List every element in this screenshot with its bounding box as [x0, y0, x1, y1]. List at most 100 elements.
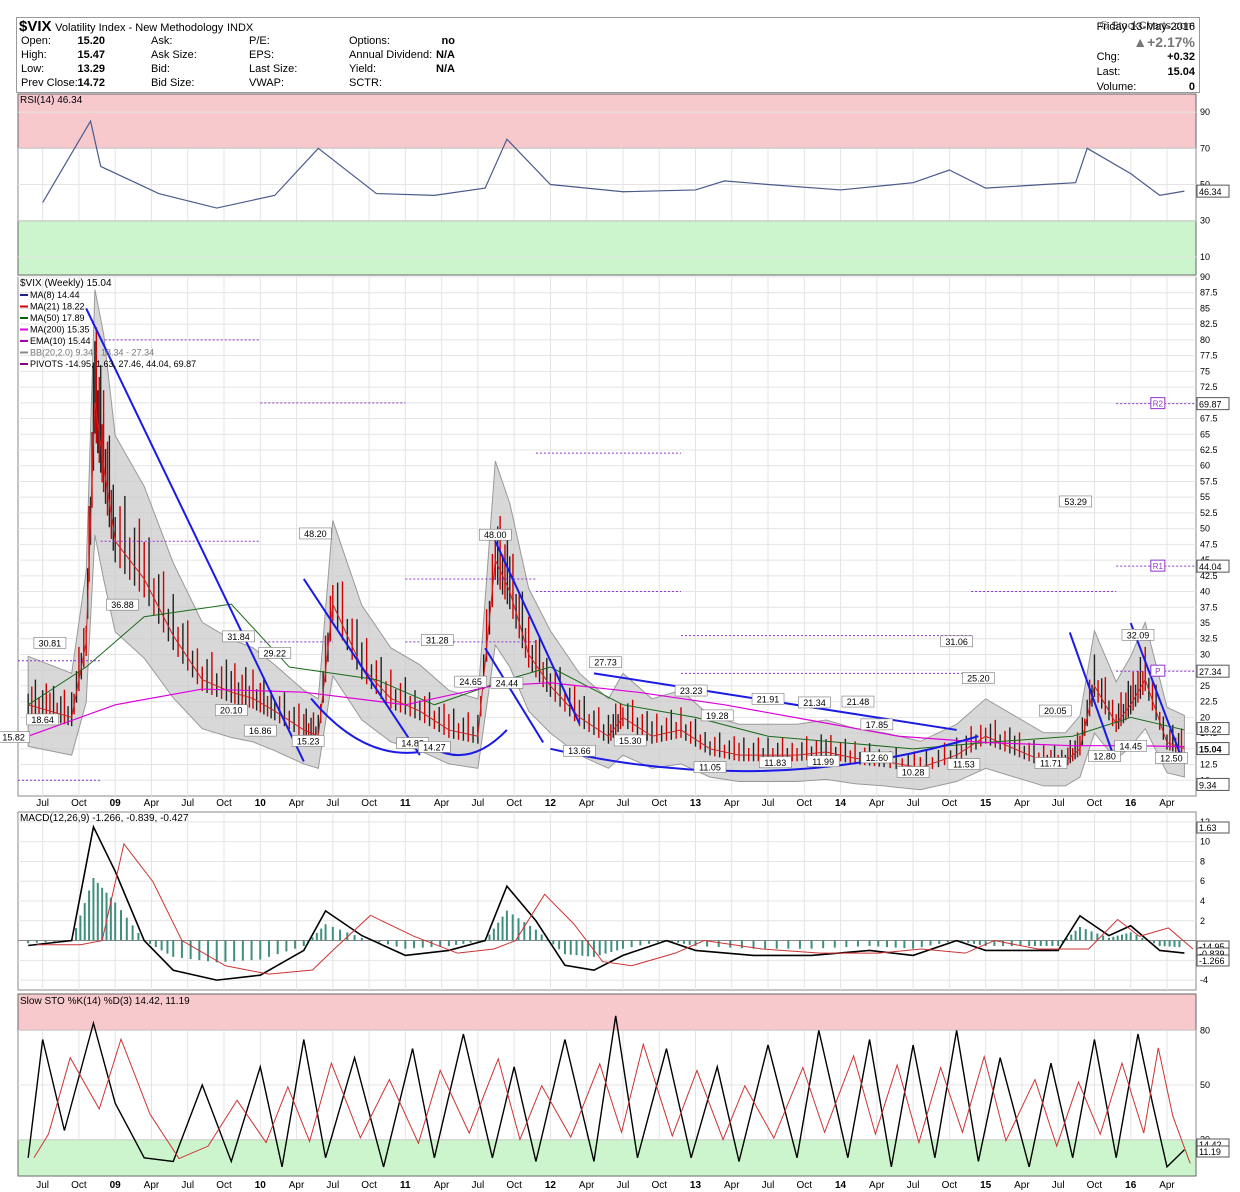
legend-label: EMA(10) 15.44	[30, 336, 91, 346]
y-tick-label: 35	[1200, 618, 1210, 628]
x-tick-label: Oct	[506, 798, 522, 809]
y-tick-label: 55	[1200, 492, 1210, 502]
x-tick-label: Apr	[1014, 798, 1030, 809]
x-tick-label: 14	[835, 798, 847, 809]
price-point-label: 20.10	[220, 706, 243, 716]
oversold-band	[17, 220, 1197, 276]
x-tick-label: Jul	[907, 798, 920, 809]
x-tick-label: Apr	[869, 1180, 885, 1191]
y-tick-label: 30	[1200, 216, 1210, 226]
price-point-label: 23.23	[680, 686, 703, 696]
price-point-label: 31.06	[945, 637, 968, 647]
x-tick-label: Oct	[1087, 798, 1103, 809]
x-tick-label: Jul	[181, 798, 194, 809]
sto-value-label: 11.19	[1199, 1147, 1221, 1157]
pivot-tag: R1	[1153, 562, 1164, 571]
right-value-label: 15.04	[1199, 745, 1222, 755]
y-tick-label: 85	[1200, 303, 1210, 313]
price-point-label: 12.80	[1093, 752, 1116, 762]
y-tick-label: 8	[1200, 856, 1205, 866]
right-value-label: 69.87	[1199, 400, 1222, 410]
x-tick-label: Jul	[471, 1180, 484, 1191]
oversold-band	[17, 1139, 1197, 1177]
y-tick-label: 12.5	[1200, 760, 1218, 770]
y-tick-label: 2	[1200, 916, 1205, 926]
y-tick-label: 80	[1200, 335, 1210, 345]
price-point-label: 11.71	[1040, 759, 1062, 769]
y-tick-label: 77.5	[1200, 351, 1218, 361]
y-tick-label: 20	[1200, 712, 1210, 722]
price-point-label: 48.20	[304, 529, 327, 539]
x-tick-label: Apr	[289, 798, 305, 809]
x-tick-label: 16	[1125, 1180, 1137, 1191]
x-tick-label: Jul	[326, 798, 339, 809]
x-tick-label: Oct	[361, 1180, 377, 1191]
x-tick-label: Oct	[797, 1180, 813, 1191]
x-tick-label: Oct	[942, 1180, 958, 1191]
x-tick-label: Jul	[617, 1180, 630, 1191]
overbought-band	[17, 993, 1197, 1031]
x-tick-label: Apr	[434, 798, 450, 809]
x-tick-label: Apr	[579, 1180, 595, 1191]
price-point-label: 48.00	[484, 530, 507, 540]
price-point-label: 21.48	[847, 697, 870, 707]
x-tick-label: Jul	[762, 1180, 775, 1191]
x-tick-label: 12	[545, 798, 557, 809]
y-tick-label: 65	[1200, 429, 1210, 439]
y-tick-label: 60	[1200, 461, 1210, 471]
x-tick-label: Apr	[724, 798, 740, 809]
x-tick-label: 11	[400, 798, 411, 809]
price-point-label: 36.88	[111, 600, 134, 610]
pivot-tag: P	[1155, 667, 1160, 676]
y-tick-label: 37.5	[1200, 602, 1218, 612]
x-tick-label: Apr	[869, 798, 885, 809]
x-tick-label: 13	[690, 798, 702, 809]
y-tick-label: 22.5	[1200, 697, 1218, 707]
y-tick-label: 25	[1200, 681, 1210, 691]
price-point-label: 24.44	[496, 678, 519, 688]
x-tick-label: Oct	[216, 798, 232, 809]
price-point-label: 30.81	[39, 638, 62, 648]
y-tick-label: 4	[1200, 896, 1205, 906]
x-tick-label: Jul	[762, 798, 775, 809]
rsi-title: RSI(14) 46.34	[20, 95, 83, 106]
x-tick-label: Jul	[617, 798, 630, 809]
x-tick-label: Jul	[181, 1180, 194, 1191]
x-tick-label: 10	[255, 798, 267, 809]
price-point-label: 12.50	[1160, 754, 1183, 764]
macd-value-label: -1.266	[1199, 956, 1225, 966]
x-tick-label: Oct	[942, 798, 958, 809]
x-tick-label: Jul	[36, 798, 49, 809]
x-tick-label: Oct	[361, 798, 377, 809]
x-tick-label: 13	[690, 1180, 702, 1191]
stock-chart: Jul Jul Oct Oct 09 09 Apr Apr Jul Jul Oct Oct 10 10 Ap…	[0, 93, 1230, 1191]
price-point-label: 11.05	[699, 763, 721, 773]
y-tick-label: 87.5	[1200, 288, 1218, 298]
x-tick-label: 16	[1125, 798, 1137, 809]
x-tick-label: Oct	[71, 1180, 87, 1191]
y-tick-label: 30	[1200, 649, 1210, 659]
price-point-label: 25.20	[967, 674, 990, 684]
x-tick-label: Apr	[289, 1180, 305, 1191]
x-tick-label: Apr	[1159, 1180, 1175, 1191]
legend-label: MA(50) 17.89	[30, 313, 85, 323]
price-point-label: 31.84	[227, 632, 250, 642]
x-tick-label: Jul	[907, 1180, 920, 1191]
pivot-tag: R2	[1153, 400, 1164, 409]
sto-title: Slow STO %K(14) %D(3) 14.42, 11.19	[20, 996, 190, 1007]
x-tick-label: Oct	[1087, 1180, 1103, 1191]
price-point-label: 12.60	[866, 753, 889, 763]
x-tick-label: Jul	[1052, 798, 1065, 809]
y-tick-label: 75	[1200, 366, 1210, 376]
x-tick-label: Oct	[651, 798, 667, 809]
price-point-label: 21.34	[803, 698, 826, 708]
legend-label: MA(200) 15.35	[30, 325, 90, 335]
x-tick-label: Apr	[434, 1180, 450, 1191]
x-tick-label: 15	[980, 1180, 992, 1191]
x-tick-label: Oct	[71, 798, 87, 809]
x-tick-label: Jul	[1052, 1180, 1065, 1191]
x-tick-label: 14	[835, 1180, 847, 1191]
price-point-label: 29.22	[264, 648, 287, 658]
right-value-label: 9.34	[1199, 780, 1217, 790]
right-value-label: 18.22	[1199, 725, 1222, 735]
